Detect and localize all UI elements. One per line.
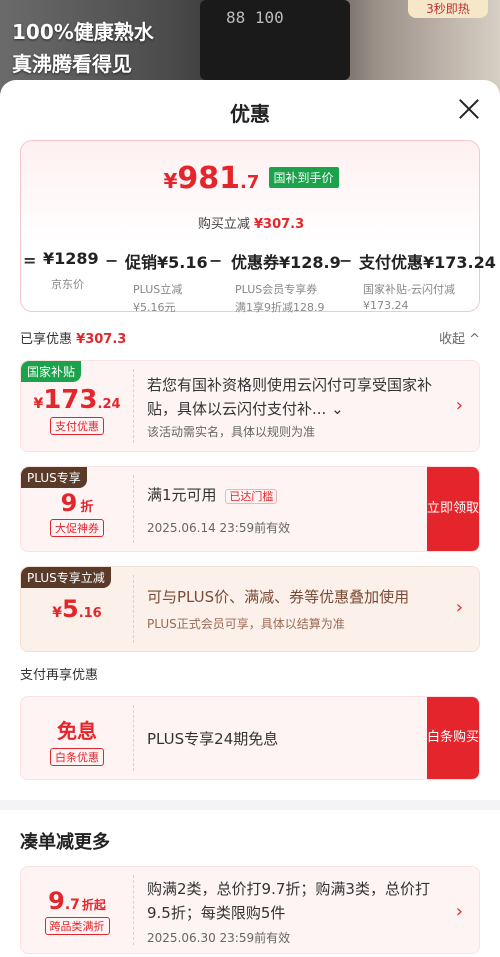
coupon-divider [133,875,134,945]
baitiao-buy-button[interactable]: 白条购买 [427,697,479,779]
price-breakdown: = ¥1289 京东价 − 促销¥5.16 PLUS立减 ¥5.16元 − 优惠… [21,243,496,314]
coupon-amount-int: 173 [43,385,98,415]
coupon-divider [133,575,134,643]
coupon-amount-dec: .24 [97,397,121,412]
coupon-cross-category[interactable]: 9.7 折起 跨品类满折 购满2类，总价打9.7折；购满3类，总价打9.5折；每类… [20,866,480,954]
breakdown-label: 京东价 [51,278,84,291]
breakdown-label: PLUS会员专享券 [235,283,318,296]
coupon-amount-int: 5 [62,595,79,623]
pay-discount-header: 支付再享优惠 [20,668,99,683]
coupon-currency: ¥ [33,396,44,412]
breakdown-label: 国家补贴-云闪付减 [363,283,455,296]
coupon-value-area: ¥5.16 [21,567,133,651]
coupon-description: 可与PLUS价、满减、券等优惠叠加使用 [147,588,410,606]
breakdown-item-payment: 支付优惠¥173.24 国家补贴-云闪付减 ¥173.24 [359,249,496,312]
promo-text-line1: 100%健康熟水 [12,20,154,44]
chevron-right-icon[interactable]: › [456,901,463,922]
coupon-amount-dec: .7 [64,897,80,913]
coupon-currency: ¥ [52,605,62,621]
breakdown-value: ¥1289 [43,249,99,268]
coupon-amount: 9折 [21,489,133,517]
coupon-value-area: 免息 白条优惠 [21,697,133,779]
display-digits: 88 100 [226,8,284,27]
coupon-national-subsidy[interactable]: 国家补贴 ¥173.24 支付优惠 若您有国补资格则使用云闪付可享受国家补贴，具… [20,360,480,452]
enjoyed-amount: ¥307.3 [76,332,127,347]
price-integer: 981 [177,161,241,196]
breakdown-sublabel: 满1享9折减128.9 [235,301,325,314]
close-icon[interactable] [456,96,482,122]
price-decimal: .7 [240,172,260,193]
breakdown-value: 支付优惠¥173.24 [359,253,496,272]
chevron-right-icon[interactable]: › [456,395,463,416]
currency-symbol: ¥ [163,169,178,193]
promo-text-line2: 真沸腾看得见 [12,52,132,76]
breakdown-item-coupon: 优惠券¥128.9 PLUS会员专享券 满1享9折减128.9 [231,249,341,315]
discount-sheet: 优惠 ¥981.7 国补到手价 购买立减 ¥307.3 = ¥1289 京东价 … [0,80,500,957]
minus-sign: − [339,251,353,270]
breakdown-sublabel: ¥173.24 [363,299,409,312]
coupon-plus-reduction[interactable]: PLUS专享立减 ¥5.16 可与PLUS价、满减、券等优惠叠加使用 PLUS正… [20,566,480,652]
coupon-title: 免息 [57,719,97,743]
coupon-divider [133,369,134,443]
coupon-note: 2025.06.30 23:59前有效 [147,931,291,945]
coupon-description: 购满2类，总价打9.7折；购满3类，总价打9.5折；每类限购5件 [147,880,430,922]
threshold-reached-badge: 已达门槛 [225,489,278,504]
sheet-title: 优惠 [230,102,270,126]
enjoyed-discounts-header: 已享优惠 ¥307.3 [20,328,126,347]
breakdown-item-promo: 促销¥5.16 PLUS立减 ¥5.16元 [125,249,208,315]
collapse-toggle[interactable]: 收起 ^ [439,328,480,347]
reduce-label: 购买立减 [197,217,250,232]
price-summary-card: ¥981.7 国补到手价 购买立减 ¥307.3 = ¥1289 京东价 − 促… [20,140,496,314]
coupon-description: 满1元可用 [147,486,217,504]
coupon-description: 若您有国补资格则使用云闪付可享受国家补贴，具体以云闪付支付补... ⌄ [147,376,433,418]
coupon-note: 2025.06.14 23:59前有效 [147,521,291,535]
enjoyed-label: 已享优惠 [20,332,73,347]
coupon-sub-badge: 大促神券 [50,519,104,537]
breakdown-label: PLUS立减 [133,283,183,296]
national-subsidy-badge: 国补到手价 [268,167,339,188]
coupon-note: PLUS正式会员可享，具体以结算为准 [147,617,345,631]
coupon-amount-unit: 折起 [81,898,106,912]
coupon-amount-int: 9 [60,489,78,517]
reduce-amount: ¥307.3 [253,217,305,232]
coupon-condition: 满1元可用 已达门槛 [147,483,278,509]
breakdown-item-jd-price: ¥1289 京东价 [43,249,99,292]
coupon-divider [133,705,134,771]
coupon-value-area: ¥173.24 支付优惠 [21,361,133,451]
breakdown-value: 优惠券¥128.9 [231,253,341,272]
coupon-interest-free[interactable]: 免息 白条优惠 PLUS专享24期免息 白条购买 [20,696,480,780]
breakdown-value: 促销¥5.16 [125,253,208,272]
equals-sign: = [23,251,37,270]
coupon-amount-int: 9 [48,887,65,915]
kettle-display: 88 100 [200,0,350,80]
more-section-title: 凑单减更多 [20,832,110,853]
section-separator [0,800,500,810]
breakdown-sublabel: ¥5.16元 [133,301,176,314]
claim-coupon-button[interactable]: 立即领取 [427,467,479,551]
coupon-amount: ¥173.24 [21,385,133,415]
purchase-reduction: 购买立减 ¥307.3 [21,213,481,232]
coupon-amount: 9.7 折起 [21,887,133,915]
minus-sign: − [209,251,223,270]
coupon-sub-badge: 白条优惠 [50,748,104,766]
coupon-description: PLUS专享24期免息 [147,730,279,748]
coupon-plus-exclusive[interactable]: PLUS专享 9折 大促神券 满1元可用 已达门槛 2025.06.14 23:… [20,466,480,552]
coupon-note: 该活动需实名，具体以规则为准 [147,425,316,439]
coupon-value-area: 9折 大促神券 [21,467,133,551]
minus-sign: − [105,251,119,270]
coupon-amount: ¥5.16 [21,595,133,623]
coupon-amount-dec: .16 [78,606,102,621]
coupon-sub-badge: 支付优惠 [50,417,104,435]
coupon-amount-unit: 折 [80,500,94,515]
coupon-value-area: 9.7 折起 跨品类满折 [21,867,133,953]
coupon-sub-badge: 跨品类满折 [44,917,110,935]
corner-tag: 3秒即热 [408,0,488,18]
chevron-right-icon[interactable]: › [456,597,463,618]
coupon-divider [133,475,134,543]
final-price: ¥981.7 国补到手价 [21,161,481,196]
